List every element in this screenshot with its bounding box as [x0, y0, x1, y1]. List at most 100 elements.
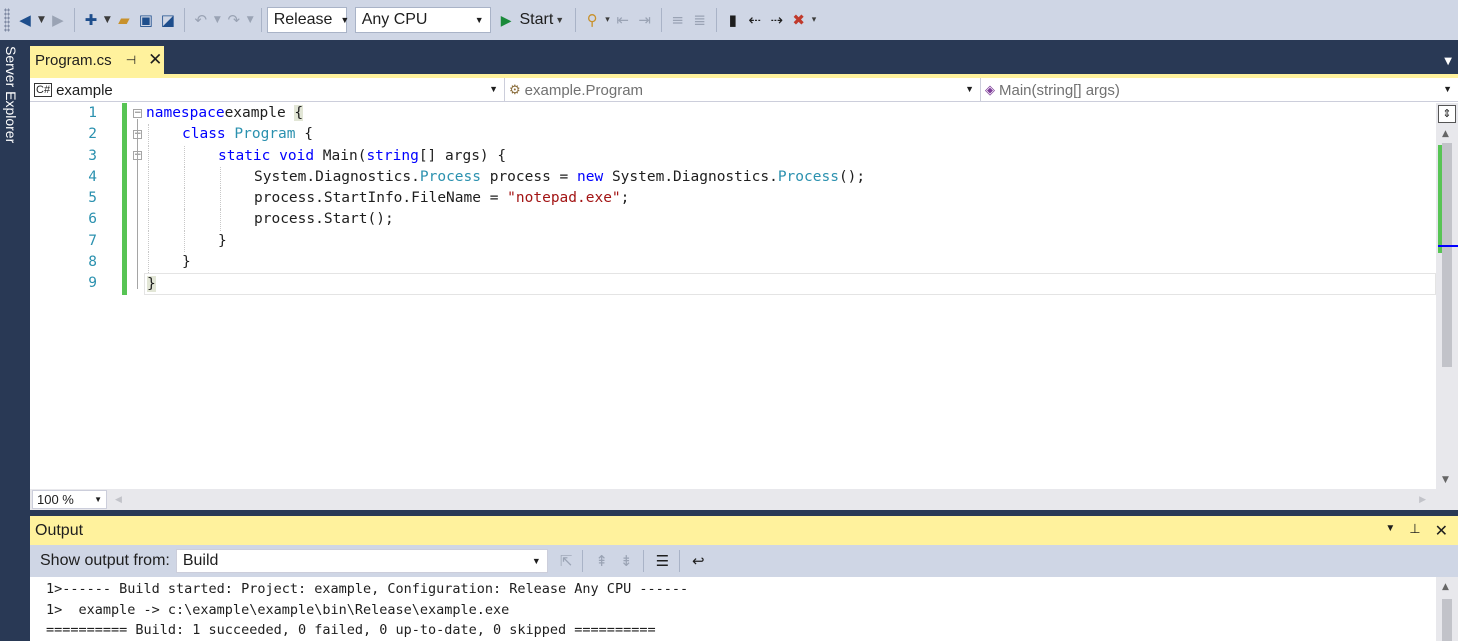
toolbar-overflow-icon[interactable]: ▾ [810, 15, 819, 25]
standard-toolbar: ◀ ▼ ▶ ✚ ▼ ▰ ▣ ◪ ↶ ▼ ↷ ▼ Release ▼ Any CP… [0, 0, 1458, 40]
code-line[interactable]: process.StartInfo.FileName = "notepad.ex… [146, 188, 1436, 210]
line-number: 6 [88, 211, 97, 228]
toolbar-separator [260, 8, 262, 32]
next-bookmark-icon[interactable]: ⇢ [766, 7, 788, 33]
redo-icon[interactable]: ↷ [223, 7, 245, 33]
output-toolbar: Show output from: Build ▼ ⇱ ⇞ ⇟ ☰ ↩ [30, 545, 1458, 577]
save-icon[interactable]: ▣ [135, 7, 157, 33]
navigate-forward-icon[interactable]: ▶ [47, 7, 69, 33]
server-explorer-tab[interactable]: Server Explorer [0, 40, 22, 641]
method-icon: ◈ [985, 82, 995, 97]
editor-horizontal-bar: 100 % ▼ ◀ ▶ [30, 489, 1458, 510]
document-tab-program-cs[interactable]: Program.cs ⊣ ✕ [30, 46, 164, 74]
code-line[interactable]: class Program { [146, 124, 1436, 146]
output-source-value: Build [182, 552, 219, 569]
previous-bookmark-icon[interactable]: ⇠ [744, 7, 766, 33]
clear-all-icon[interactable]: ☰ [656, 552, 669, 570]
code-line[interactable]: process.Start(); [146, 209, 1436, 231]
output-source-combo[interactable]: Build ▼ [175, 549, 548, 573]
code-lines: namespaceexample {class Program {static … [144, 103, 1436, 295]
code-token: { [294, 105, 304, 121]
code-token: string [366, 147, 419, 164]
toolbar-grip[interactable] [4, 8, 10, 32]
line-number: 2 [88, 126, 97, 143]
code-line[interactable]: static void Main(string[] args) { [146, 145, 1436, 167]
outdent-icon[interactable]: ⇤ [612, 7, 634, 33]
open-file-icon[interactable]: ▰ [113, 7, 135, 33]
navigate-back-icon[interactable]: ◀ [14, 7, 36, 33]
scroll-left-icon[interactable]: ◀ [115, 495, 122, 505]
toolbar-overflow-icon[interactable]: ▾ [603, 15, 612, 25]
output-vertical-scrollbar[interactable]: ▲ [1436, 577, 1458, 641]
find-message-in-code-icon[interactable]: ⇱ [560, 552, 573, 570]
scroll-right-icon[interactable]: ▶ [1419, 495, 1426, 505]
indent-icon[interactable]: ⇥ [634, 7, 656, 33]
close-icon[interactable]: ✕ [148, 50, 162, 70]
code-token: System.Diagnostics. [603, 168, 778, 185]
code-token: Process [419, 168, 481, 185]
code-line[interactable]: System.Diagnostics.Process process = new… [146, 166, 1436, 189]
previous-message-icon[interactable]: ⇞ [595, 552, 608, 570]
chevron-down-icon: ▼ [340, 15, 350, 25]
type-combo[interactable]: ⚙ example.Program ▼ [505, 78, 981, 102]
chevron-down-icon: ▼ [94, 495, 102, 504]
pin-icon[interactable]: ⊣ [126, 53, 136, 67]
line-number: 1 [88, 105, 97, 121]
uncomment-lines-icon[interactable]: ≣ [689, 7, 711, 33]
toolbar-separator [679, 550, 681, 572]
code-token: (); [838, 168, 866, 185]
code-line[interactable]: } [146, 252, 1436, 274]
next-message-icon[interactable]: ⇟ [620, 552, 633, 570]
indent-guide [148, 166, 149, 189]
zoom-value: 100 % [37, 492, 74, 507]
new-project-icon[interactable]: ✚ [80, 7, 102, 33]
close-icon[interactable]: ✕ [1435, 521, 1448, 541]
code-token: process.Start(); [254, 211, 394, 228]
navigate-back-dropdown-icon[interactable]: ▼ [36, 15, 47, 25]
start-dropdown-icon[interactable]: ▼ [553, 15, 566, 25]
new-project-dropdown-icon[interactable]: ▼ [102, 15, 113, 25]
comment-lines-icon[interactable]: ≡ [667, 7, 689, 33]
window-options-icon[interactable]: ▼ [1385, 521, 1395, 541]
code-token: namespace [146, 105, 225, 121]
output-text-area[interactable]: 1>------ Build started: Project: example… [30, 577, 1458, 641]
undo-dropdown-icon[interactable]: ▼ [212, 15, 223, 25]
code-token: process = [480, 168, 578, 185]
output-title-bar[interactable]: Output ▼ ⊥ ✕ [30, 516, 1458, 545]
editor-vertical-scrollbar[interactable]: ⇕ ▲ ▼ [1436, 103, 1458, 489]
scroll-up-icon[interactable]: ▲ [1442, 129, 1449, 139]
code-line[interactable]: } [146, 230, 1436, 253]
scrollbar-thumb[interactable] [1442, 599, 1452, 641]
split-window-icon[interactable]: ⇕ [1438, 105, 1456, 123]
scroll-down-icon[interactable]: ▼ [1442, 475, 1449, 485]
save-all-icon[interactable]: ◪ [157, 7, 179, 33]
toggle-bookmark-icon[interactable]: ▮ [722, 7, 744, 33]
solution-configuration-combo[interactable]: Release ▼ [266, 7, 350, 33]
scrollbar-change-marker [1438, 145, 1442, 253]
indent-guide [220, 188, 221, 210]
code-line[interactable]: } [144, 273, 1436, 295]
line-number: 7 [88, 232, 97, 249]
collapse-icon[interactable]: − [133, 109, 142, 118]
code-token: System.Diagnostics. [254, 168, 420, 185]
zoom-combo[interactable]: 100 % ▼ [32, 490, 107, 509]
redo-dropdown-icon[interactable]: ▼ [245, 15, 256, 25]
scrollbar-thumb[interactable] [1442, 143, 1452, 367]
pin-icon[interactable]: ⊥ [1409, 521, 1420, 541]
tab-overflow-icon[interactable]: ▼ [1444, 56, 1452, 67]
project-combo[interactable]: C# example ▼ [30, 78, 505, 102]
toggle-word-wrap-icon[interactable]: ↩ [692, 552, 705, 570]
solution-platform-value: Any CPU [361, 11, 428, 28]
scroll-up-icon[interactable]: ▲ [1442, 582, 1449, 592]
toolbar-separator [183, 8, 185, 32]
indent-guide [184, 166, 185, 189]
start-debugging-button[interactable]: ▶ Start ▼ [497, 7, 571, 33]
clear-bookmarks-icon[interactable]: ✖ [788, 7, 810, 33]
output-line: 1>------ Build started: Project: example… [46, 581, 689, 597]
undo-icon[interactable]: ↶ [190, 7, 212, 33]
find-in-files-icon[interactable]: ⚲ [581, 7, 603, 33]
code-text-area[interactable]: 123456789 − − − namespaceexample {class … [30, 103, 1458, 487]
member-combo[interactable]: ◈ Main(string[] args) ▼ [981, 78, 1458, 102]
code-line[interactable]: namespaceexample { [146, 103, 1436, 124]
solution-platform-combo[interactable]: Any CPU ▼ [354, 7, 491, 33]
